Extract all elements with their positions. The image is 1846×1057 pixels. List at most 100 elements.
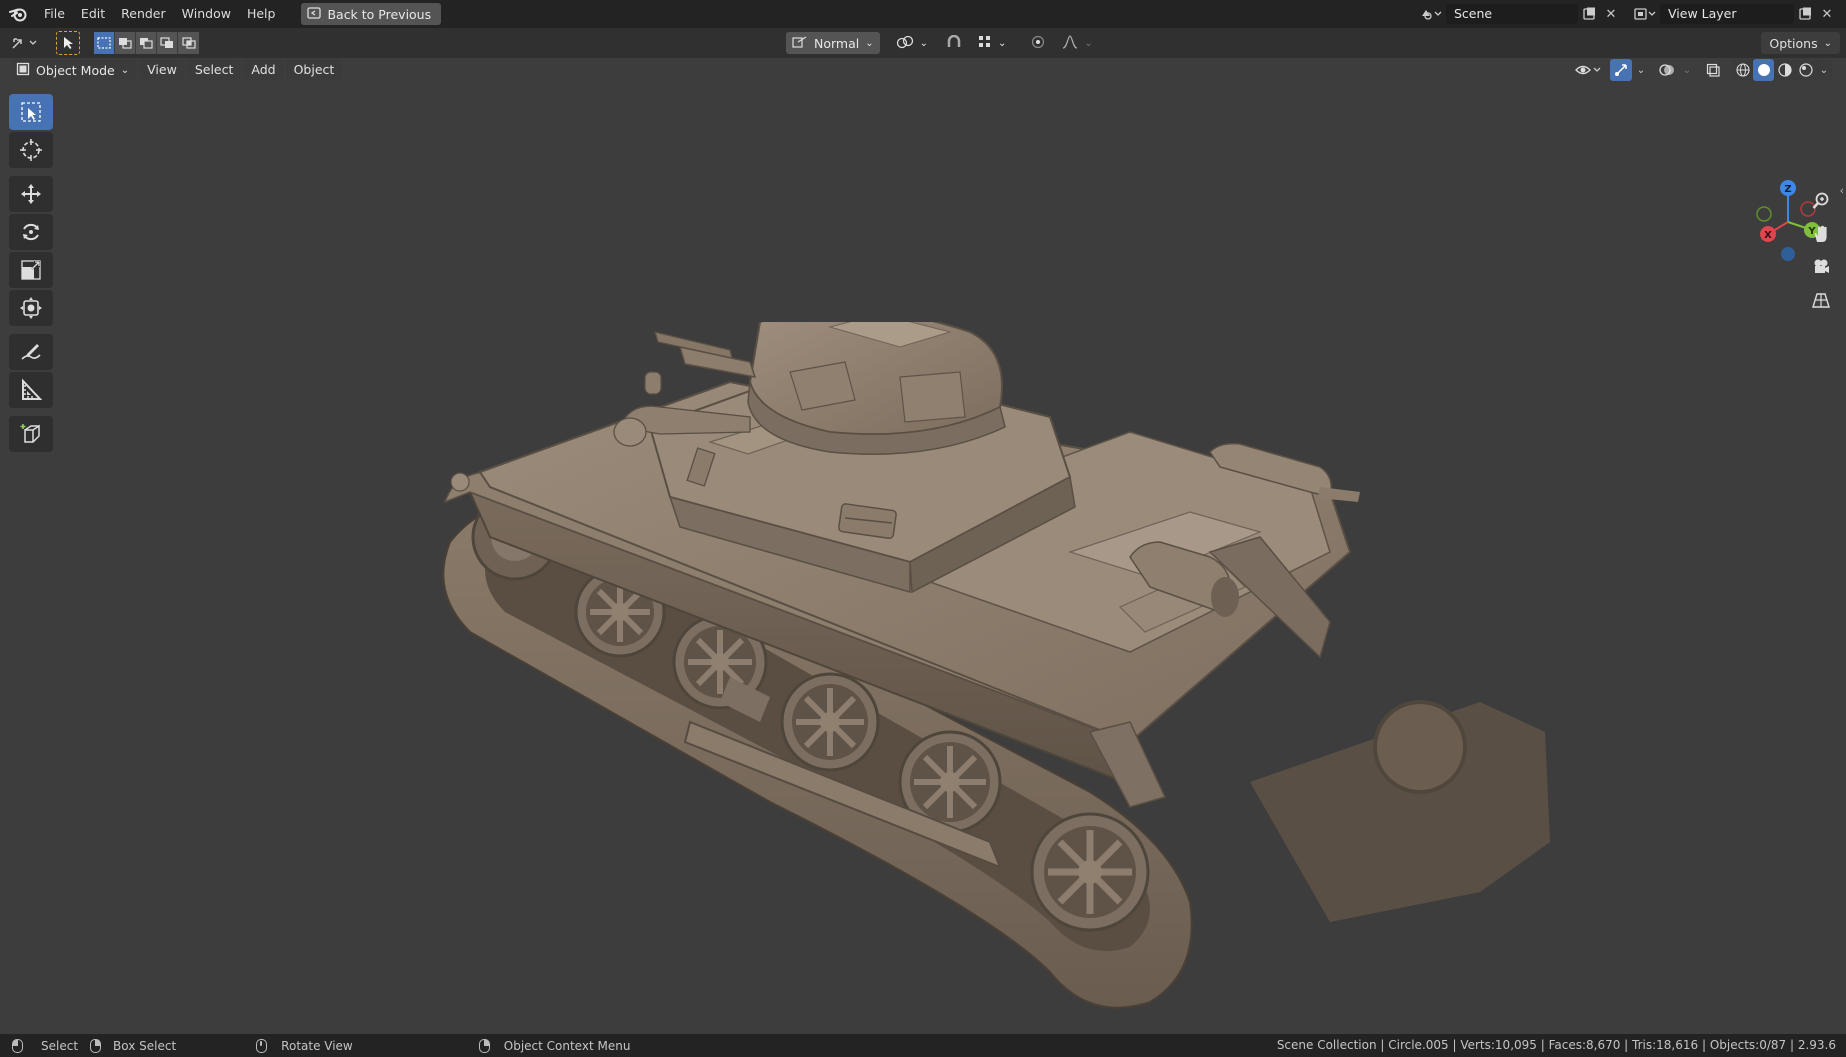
delete-view-layer-icon[interactable]: ✕ — [1816, 4, 1838, 24]
menu-edit[interactable]: Edit — [73, 3, 113, 25]
pivot-point-dropdown[interactable]: ⌄ — [890, 32, 934, 54]
viewport-display-controls: ⌄ ⌄ ⌄ — [1572, 58, 1832, 82]
mouse-left-icon — [12, 1038, 23, 1053]
interaction-mode-label: Object Mode — [36, 62, 115, 78]
perspective-grid-icon[interactable] — [1806, 285, 1836, 315]
menu-render[interactable]: Render — [113, 3, 174, 25]
new-scene-icon[interactable] — [1578, 4, 1600, 24]
3d-viewport[interactable]: Z Y X ‹ — [0, 82, 1846, 1034]
editor-type-icon[interactable] — [8, 32, 42, 54]
transform-settings-group: Normal ⌄ ⌄ ⌄ ⌄ — [786, 32, 1099, 54]
top-menu-bar: File Edit Render Window Help Back to Pre… — [0, 0, 1846, 28]
scene-statistics: Scene Collection | Circle.005 | Verts:10… — [1276, 1038, 1836, 1052]
options-label: Options — [1769, 35, 1818, 51]
snap-element-dropdown[interactable]: ⌄ — [972, 32, 1012, 54]
chevron-down-icon[interactable]: ⌄ — [1680, 59, 1694, 81]
blender-logo-icon[interactable] — [8, 4, 28, 24]
back-to-previous-button[interactable]: Back to Previous — [301, 3, 442, 25]
invert-selection-icon[interactable] — [157, 32, 178, 54]
active-tool-icon[interactable] — [56, 31, 80, 55]
tool-settings-header: Normal ⌄ ⌄ ⌄ ⌄ Options ⌄ — [0, 28, 1846, 58]
scene-name-field[interactable]: Scene — [1446, 4, 1578, 24]
proportional-editing-icon — [1030, 35, 1046, 52]
subtract-selection-icon[interactable] — [136, 32, 157, 54]
status-rotate-view-label: Rotate View — [281, 1038, 353, 1053]
interaction-mode-dropdown[interactable]: Object Mode ⌄ — [12, 59, 138, 81]
viewport-header: Object Mode ⌄ View Select Add Object ⌄ ⌄ — [0, 58, 1846, 82]
scene-selector-group: Scene ✕ View Layer ✕ — [1416, 0, 1846, 28]
menu-object[interactable]: Object — [285, 59, 343, 81]
view-layer-browse-icon[interactable] — [1630, 3, 1660, 25]
menu-add[interactable]: Add — [243, 59, 284, 81]
status-box-select-hint: Box Select — [90, 1038, 177, 1053]
extend-selection-icon[interactable] — [115, 32, 136, 54]
xray-toggle-icon[interactable] — [1702, 59, 1724, 81]
mouse-right-icon — [478, 1038, 490, 1053]
chevron-down-icon: ⌄ — [1084, 37, 1093, 49]
menu-window[interactable]: Window — [174, 3, 239, 25]
gizmo-neg-z-axis[interactable] — [1781, 247, 1795, 261]
select-box-tool[interactable] — [9, 94, 53, 130]
show-gizmo-icon[interactable] — [1610, 59, 1632, 81]
scale-tool[interactable] — [9, 252, 53, 288]
intersect-selection-icon[interactable] — [178, 32, 199, 54]
pan-hand-icon[interactable] — [1806, 219, 1836, 249]
delete-scene-icon[interactable]: ✕ — [1600, 4, 1622, 24]
view-layer-name-field[interactable]: View Layer — [1660, 4, 1794, 24]
sidebar-toggle-icon[interactable]: ‹ — [1840, 184, 1844, 197]
transform-tool[interactable] — [9, 290, 53, 326]
shading-mode-group: ⌄ — [1732, 59, 1832, 81]
scene-browse-icon[interactable] — [1416, 3, 1446, 25]
snap-grid-icon — [978, 35, 992, 52]
wireframe-shading-icon[interactable] — [1732, 59, 1753, 81]
chevron-down-icon: ⌄ — [998, 37, 1007, 49]
menu-help[interactable]: Help — [239, 3, 284, 25]
proportional-editing-toggle[interactable] — [1024, 32, 1052, 54]
menu-view[interactable]: View — [139, 59, 185, 81]
tank-model[interactable] — [430, 322, 1580, 1042]
mouse-drag-icon — [90, 1038, 102, 1053]
zoom-magnifier-icon[interactable] — [1806, 186, 1836, 216]
gizmo-neg-y-axis[interactable] — [1756, 206, 1772, 222]
visibility-eye-icon[interactable] — [1572, 59, 1604, 81]
transform-orientation-dropdown[interactable]: Normal ⌄ — [786, 32, 880, 54]
chevron-down-icon: ⌄ — [120, 64, 130, 76]
rendered-shading-icon[interactable] — [1795, 59, 1816, 81]
move-tool[interactable] — [9, 176, 53, 212]
material-preview-shading-icon[interactable] — [1774, 59, 1795, 81]
options-dropdown[interactable]: Options ⌄ — [1761, 32, 1840, 54]
menu-select[interactable]: Select — [186, 59, 242, 81]
solid-shading-icon[interactable] — [1753, 59, 1774, 81]
status-context-menu-label: Object Context Menu — [503, 1038, 631, 1053]
measure-tool[interactable] — [9, 372, 53, 408]
status-box-select-label: Box Select — [113, 1038, 177, 1053]
chevron-down-icon[interactable]: ⌄ — [1634, 59, 1648, 81]
transform-orientation-value: Normal — [814, 35, 860, 51]
camera-view-icon[interactable] — [1806, 252, 1836, 282]
screen-back-icon — [307, 6, 322, 22]
cursor-tool[interactable] — [9, 132, 53, 168]
object-mode-icon — [16, 62, 30, 79]
falloff-curve-icon — [1062, 34, 1078, 52]
gizmo-z-label: Z — [1784, 184, 1791, 195]
overlays-icon[interactable] — [1656, 59, 1678, 81]
gizmo-x-label: X — [1764, 230, 1772, 241]
snap-toggle[interactable] — [940, 32, 968, 54]
back-to-previous-label: Back to Previous — [327, 6, 432, 22]
menu-file[interactable]: File — [36, 3, 73, 25]
rotate-tool[interactable] — [9, 214, 53, 250]
mouse-middle-icon — [256, 1038, 268, 1053]
new-view-layer-icon[interactable] — [1794, 4, 1816, 24]
status-select-hint: Select — [12, 1038, 79, 1053]
status-context-menu-hint: Object Context Menu — [478, 1038, 631, 1053]
status-rotate-view-hint: Rotate View — [256, 1038, 353, 1053]
proportional-falloff-dropdown[interactable]: ⌄ — [1056, 32, 1098, 54]
annotate-tool[interactable] — [9, 334, 53, 370]
add-cube-tool[interactable] — [9, 416, 53, 452]
set-new-selection-icon[interactable] — [94, 32, 115, 54]
status-select-label: Select — [41, 1038, 79, 1053]
chevron-down-icon: ⌄ — [919, 37, 929, 49]
orientation-icon — [792, 35, 808, 52]
chevron-down-icon[interactable]: ⌄ — [1816, 59, 1832, 81]
tool-shelf — [9, 94, 53, 454]
